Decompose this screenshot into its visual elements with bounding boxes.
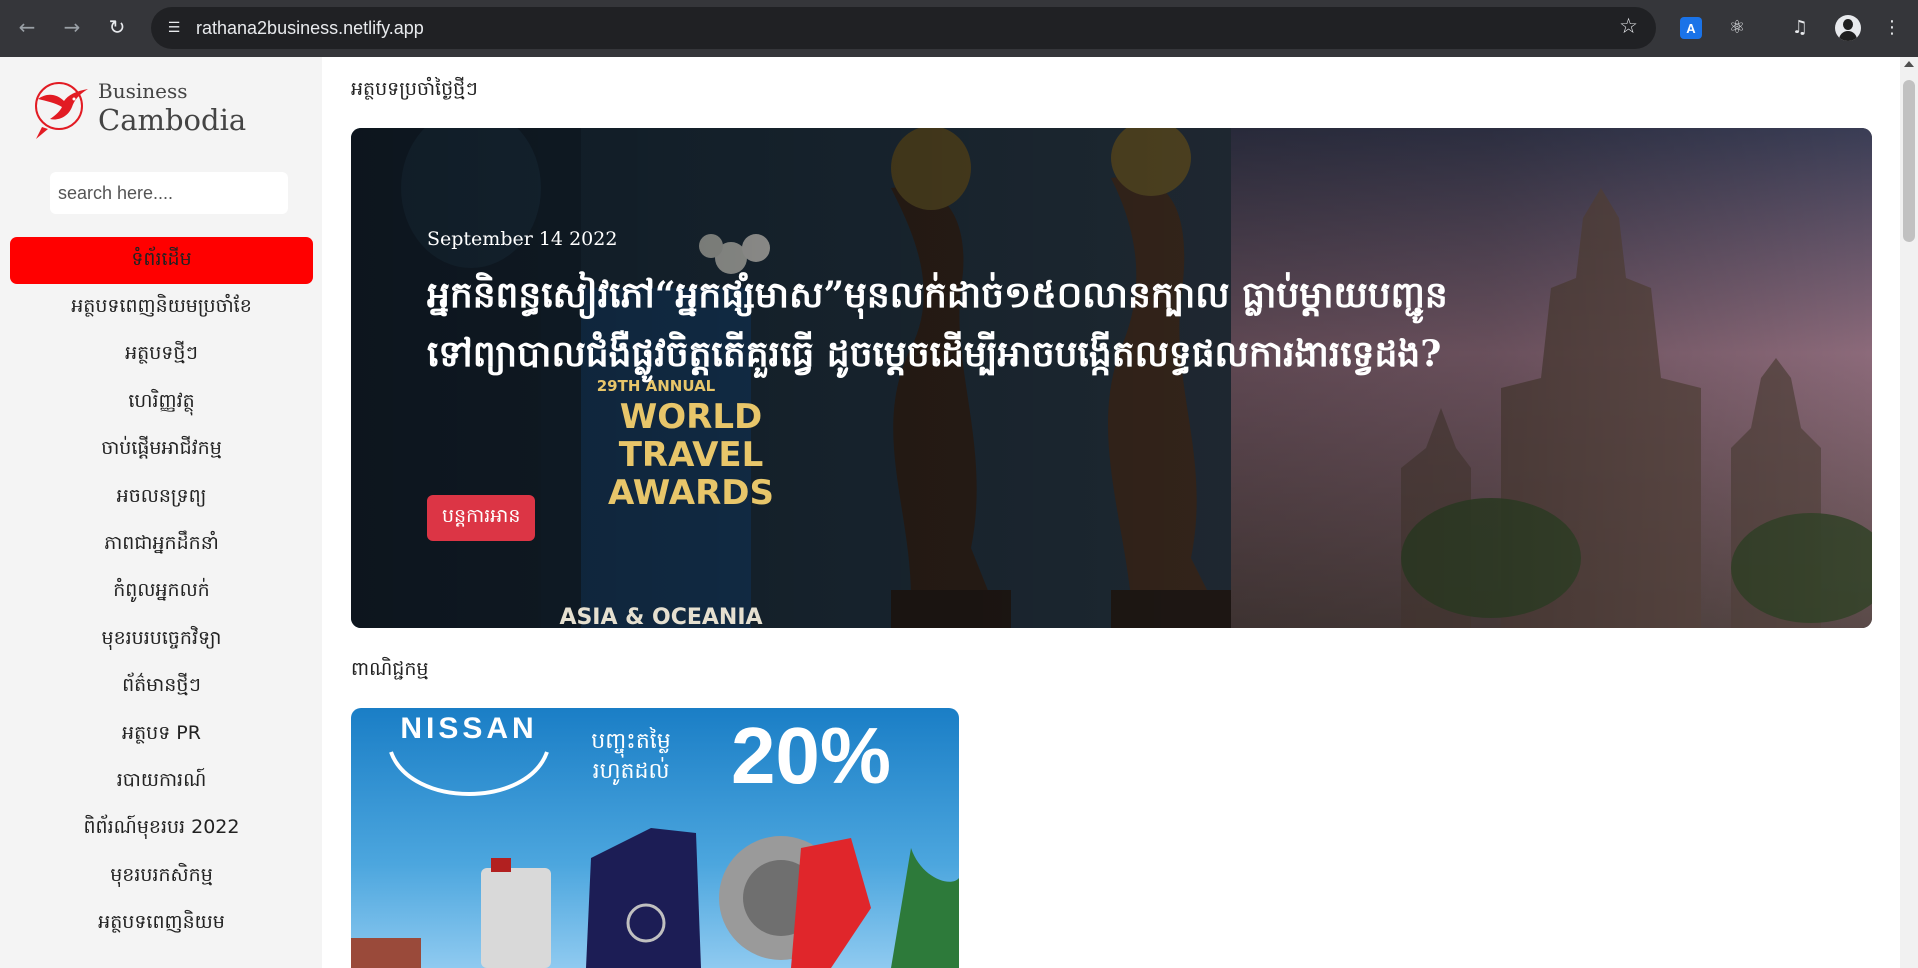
sidebar-menu: ទំព័រដើម អត្ថបទពេញនិយមប្រចាំខែ អត្ថបទថ្ម… [10, 237, 313, 948]
nissan-promo-image: NISSAN បញ្ចុះតម្លៃ រហូតដល់ 20% [351, 708, 959, 968]
ad-discount-text: 20% [731, 711, 891, 800]
article-date: September 14 2022 [427, 228, 618, 250]
sidebar-item-home[interactable]: ទំព័រដើម [10, 237, 313, 285]
forward-arrow-icon[interactable]: → [57, 12, 87, 42]
image-caption-awards: AWARDS [608, 473, 774, 513]
sidebar-item-popular-articles[interactable]: អត្ថបទពេញនិយម [10, 900, 313, 947]
site-info-icon[interactable]: ☰ [161, 15, 187, 41]
site-logo[interactable]: Business Cambodia [32, 75, 252, 145]
sidebar-item-finance[interactable]: ហេរិញ្ញវត្ថុ [10, 379, 313, 426]
featured-article-card[interactable]: 29TH ANNUAL WORLD TRAVEL AWARDS ASIA & O… [351, 128, 1872, 628]
puzzle-icon[interactable]: ⚛ [1724, 14, 1750, 40]
sidebar: Business Cambodia ទំព័រដើម អត្ថបទពេញនិយម… [0, 57, 322, 968]
sidebar-item-latest-articles[interactable]: អត្ថបទថ្មីៗ [10, 332, 313, 379]
sidebar-item-reports[interactable]: របាយការណ៍ [10, 758, 313, 805]
article-title[interactable]: អ្នកនិពន្ធសៀវភៅ“អ្នកផ្សំមាស”មុនលក់ដាច់១៥… [427, 266, 1477, 385]
sidebar-item-pr-articles[interactable]: អត្ថបទ PR [10, 711, 313, 758]
ad-promo-subtext: រហូតដល់ [593, 757, 670, 785]
sidebar-item-business-expo-2022[interactable]: ពិព័រណ៍មុខរបរ 2022 [10, 806, 313, 853]
main-content: អត្ថបទប្រចាំថ្ងៃថ្មីៗ 29TH ANNUAL WORLD … [322, 57, 1900, 968]
sidebar-item-latest-news[interactable]: ព័ត៌មានថ្មីៗ [10, 664, 313, 711]
search-input[interactable] [50, 172, 288, 214]
sidebar-item-real-estate[interactable]: អចលនទ្រព្យ [10, 474, 313, 521]
image-caption-travel: TRAVEL [619, 435, 764, 475]
sidebar-item-startup[interactable]: ចាប់ផ្តើមអាជីវកម្ម [10, 427, 313, 474]
logo-text-cambodia: Cambodia [98, 103, 247, 137]
sidebar-item-monthly-popular[interactable]: អត្ថបទពេញនិយមប្រចាំខែ [10, 284, 313, 331]
sidebar-item-agriculture[interactable]: មុខរបរកសិកម្ម [10, 853, 313, 900]
menu-dots-icon[interactable]: ⋮ [1879, 14, 1905, 40]
scroll-thumb[interactable] [1903, 80, 1915, 242]
bird-logo-icon [35, 82, 88, 139]
address-bar[interactable]: ☰ rathana2business.netlify.app ☆ [151, 7, 1656, 49]
ad-promo-text: បញ្ចុះតម្លៃ [591, 727, 671, 758]
media-control-icon[interactable]: ♫ [1787, 14, 1813, 40]
sidebar-item-top-sellers[interactable]: កំពូលអ្នកលក់ [10, 569, 313, 616]
daily-articles-heading: អត្ថបទប្រចាំថ្ងៃថ្មីៗ [351, 78, 478, 100]
hero-text-block: September 14 2022 អ្នកនិពន្ធសៀវភៅ“អ្នកផ្… [427, 228, 1477, 385]
sidebar-item-leadership[interactable]: ភាពជាអ្នកដឹកនាំ [10, 521, 313, 568]
image-caption-region: ASIA & OCEANIA [559, 605, 762, 628]
read-more-button[interactable]: បន្តការអាន [427, 495, 536, 541]
url-text[interactable]: rathana2business.netlify.app [196, 18, 424, 39]
sidebar-item-tech-business[interactable]: មុខរបរបច្ចេកវិទ្យា [10, 616, 313, 663]
ad-brand-text: NISSAN [400, 712, 537, 745]
commerce-heading: ពាណិជ្ជកម្ម [351, 658, 429, 680]
reload-icon[interactable]: ↻ [102, 12, 132, 42]
logo-text-business: Business [98, 79, 188, 103]
browser-toolbar: ← → ↻ ☰ rathana2business.netlify.app ☆ A… [0, 0, 1918, 57]
scroll-up-arrow-icon[interactable] [1904, 61, 1914, 67]
profile-avatar[interactable] [1835, 15, 1861, 41]
image-caption-world: WORLD [620, 397, 762, 437]
page-scrollbar[interactable] [1900, 57, 1918, 968]
translate-icon[interactable]: A [1680, 17, 1702, 39]
bookmark-star-icon[interactable]: ☆ [1619, 14, 1638, 38]
back-arrow-icon[interactable]: ← [12, 12, 42, 42]
nissan-ad-banner[interactable]: NISSAN បញ្ចុះតម្លៃ រហូតដល់ 20% [351, 708, 959, 968]
